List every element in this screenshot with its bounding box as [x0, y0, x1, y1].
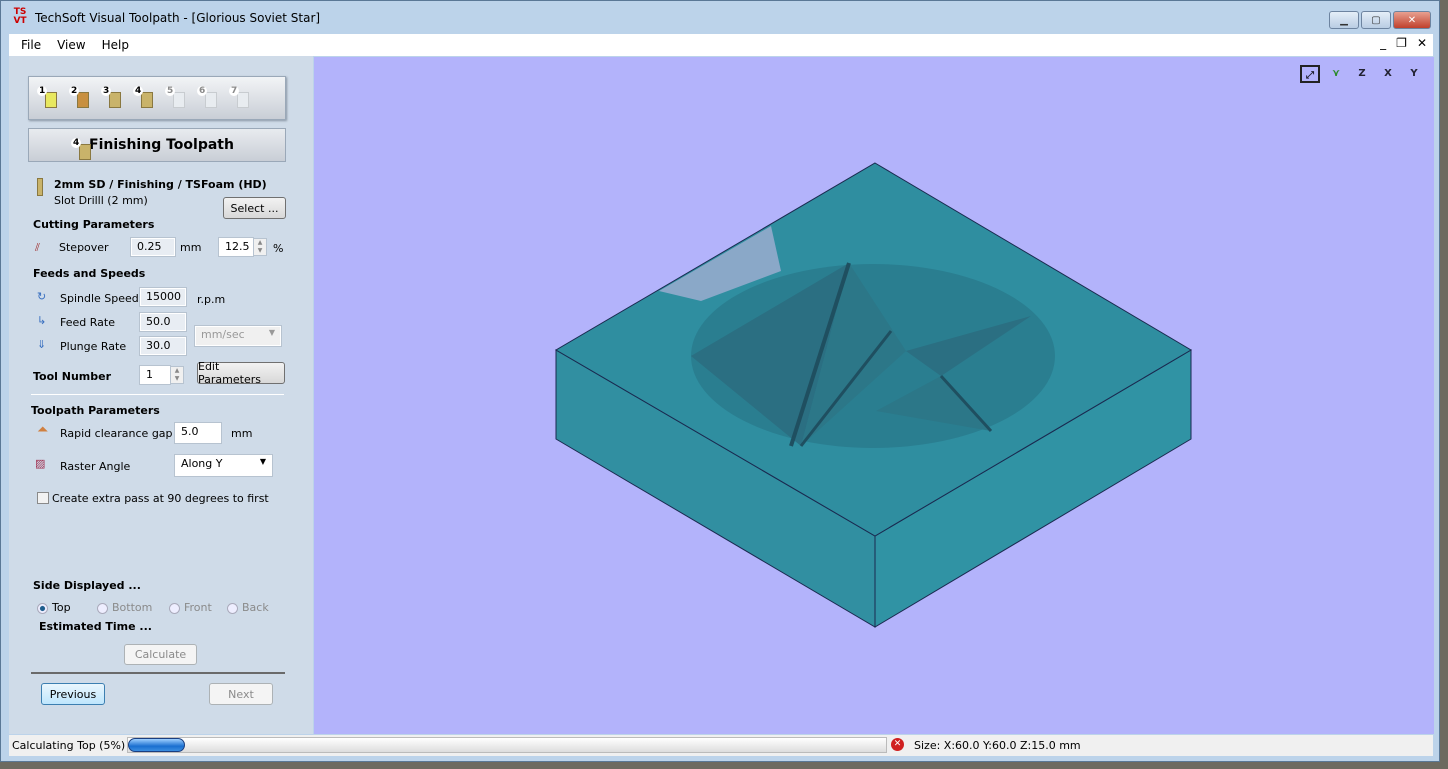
rapid-mm-unit: mm [231, 427, 253, 440]
rapid-clearance-icon: ⏶ [37, 422, 49, 438]
calculate-button[interactable]: Calculate [124, 644, 197, 665]
menu-view[interactable]: View [57, 38, 85, 52]
menu-file[interactable]: File [21, 38, 41, 52]
minimize-button[interactable]: ▁ [1329, 11, 1359, 29]
divider [31, 394, 284, 395]
radio-front-label: Front [184, 601, 212, 614]
radio-button-icon [37, 602, 48, 614]
radio-bottom[interactable]: Bottom [97, 601, 152, 614]
tool-description: Slot Drilll (2 mm) [54, 194, 148, 207]
previous-button[interactable]: Previous [41, 683, 105, 705]
units-value: mm/sec [201, 328, 245, 341]
raster-angle-label: Raster Angle [60, 460, 131, 473]
stepover-mm-unit: mm [180, 241, 202, 254]
close-button[interactable]: ✕ [1393, 11, 1431, 29]
extra-pass-checkbox[interactable] [37, 492, 49, 504]
step-2-button[interactable]: 2 [69, 86, 93, 110]
percent-unit: % [273, 242, 284, 255]
radio-button-icon [227, 602, 238, 614]
maximize-button[interactable]: ▢ [1361, 11, 1391, 29]
menu-bar: File View Help _ ❐ ✕ [9, 34, 1433, 56]
radio-back-label: Back [242, 601, 269, 614]
cancel-calculation-icon[interactable]: ✕ [891, 738, 904, 751]
page-title: Finishing Toolpath [89, 137, 234, 153]
stepover-spinner[interactable]: ▲ ▼ [253, 238, 267, 256]
spindle-label: Spindle Speed [60, 292, 139, 305]
side-displayed-heading: Side Displayed ... [33, 579, 141, 592]
stepover-label: Stepover [59, 241, 109, 254]
tool-number-label: Tool Number [33, 370, 112, 383]
feeds-heading: Feeds and Speeds [33, 267, 146, 280]
plunge-rate-icon: ⇓ [37, 338, 47, 351]
radio-button-icon [169, 602, 180, 614]
radio-top-label: Top [52, 601, 71, 614]
raster-angle-select[interactable]: Along Y ▼ [174, 454, 273, 477]
progress-fill [128, 738, 185, 752]
raster-angle-value: Along Y [181, 457, 223, 470]
spindle-speed-input[interactable]: 15000 [139, 287, 187, 307]
mdi-restore-button[interactable]: ❐ [1396, 36, 1407, 50]
wizard-panel: 1 2 3 4 5 6 7 4 Finishing Toolpath 2mm S… [9, 56, 313, 734]
step-1-button[interactable]: 1 [37, 86, 61, 110]
progress-bar [127, 737, 887, 753]
tool-number-input[interactable]: 1 [139, 365, 171, 385]
feed-rate-input[interactable]: 50.0 [139, 312, 187, 332]
radio-back[interactable]: Back [227, 601, 269, 614]
stepover-percent-input[interactable]: 12.5 [218, 237, 254, 257]
chevron-down-icon: ▼ [268, 328, 275, 337]
select-tool-button[interactable]: Select ... [223, 197, 286, 219]
status-text: Calculating Top (5%) [12, 739, 126, 752]
divider [31, 672, 285, 674]
feed-rate-icon: ↳ [37, 314, 47, 327]
toolpath-parameters-heading: Toolpath Parameters [31, 404, 160, 417]
window-title: TechSoft Visual Toolpath - [Glorious Sov… [35, 10, 321, 25]
estimated-time-heading: Estimated Time ... [39, 620, 152, 633]
tool-icon [37, 178, 43, 196]
next-button[interactable]: Next [209, 683, 273, 705]
step-5-button[interactable]: 5 [165, 86, 189, 110]
mdi-close-button[interactable]: ✕ [1417, 36, 1427, 50]
finishing-toolpath-icon: 4 [71, 138, 95, 162]
cutting-parameters-heading: Cutting Parameters [33, 218, 155, 231]
status-bar: Calculating Top (5%) ✕ Size: X:60.0 Y:60… [9, 735, 1433, 756]
mdi-minimize-button[interactable]: _ [1380, 36, 1386, 50]
radio-top[interactable]: Top [37, 601, 71, 614]
radio-front[interactable]: Front [169, 601, 212, 614]
chevron-down-icon: ▼ [259, 457, 266, 466]
model-render [555, 162, 1192, 628]
3d-viewport[interactable]: ⤢ ⋎ Z X Y [314, 57, 1434, 734]
app-window: TS VT TechSoft Visual Toolpath - [Gloriou… [0, 0, 1440, 762]
feed-rate-label: Feed Rate [60, 316, 115, 329]
rapid-clearance-label: Rapid clearance gap [60, 427, 173, 440]
radio-button-icon [97, 602, 108, 614]
step-7-button[interactable]: 7 [229, 86, 253, 110]
rapid-clearance-input[interactable]: 5.0 [174, 422, 222, 444]
tool-name: 2mm SD / Finishing / TSFoam (HD) [54, 178, 267, 191]
step-3-button[interactable]: 3 [101, 86, 125, 110]
stepover-mm-input[interactable]: 0.25 [130, 237, 176, 257]
model-size: Size: X:60.0 Y:60.0 Z:15.0 mm [914, 739, 1081, 752]
extra-pass-label: Create extra pass at 90 degrees to first [52, 492, 269, 505]
step-6-button[interactable]: 6 [197, 86, 221, 110]
step-4-button[interactable]: 4 [133, 86, 157, 110]
title-bar: TS VT TechSoft Visual Toolpath - [Gloriou… [1, 1, 1439, 34]
plunge-rate-label: Plunge Rate [60, 340, 127, 353]
menu-help[interactable]: Help [102, 38, 129, 52]
rpm-unit: r.p.m [197, 293, 226, 306]
edit-parameters-button[interactable]: Edit Parameters [197, 360, 285, 386]
units-select[interactable]: mm/sec ▼ [194, 325, 282, 347]
tool-number-spinner[interactable]: ▲ ▼ [170, 366, 184, 384]
step-toolbar: 1 2 3 4 5 6 7 [28, 76, 286, 120]
raster-angle-icon: ▨ [35, 457, 46, 470]
stepover-icon: ⫽ [35, 241, 40, 254]
plunge-rate-input[interactable]: 30.0 [139, 336, 187, 356]
radio-bottom-label: Bottom [112, 601, 153, 614]
spindle-icon: ↻ [37, 290, 47, 303]
step-header: 4 Finishing Toolpath [28, 128, 286, 162]
app-logo: TS VT [13, 6, 27, 26]
